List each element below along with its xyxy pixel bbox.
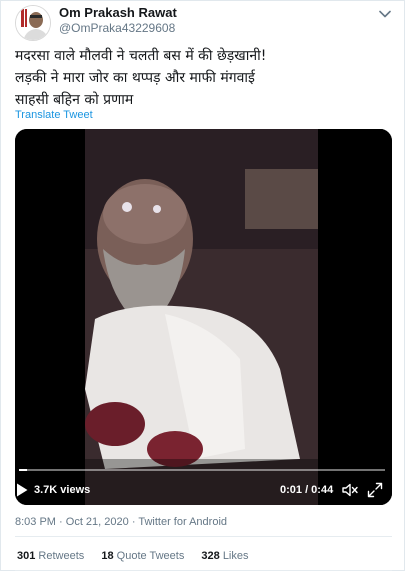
profile-photo [16,6,50,40]
video-player[interactable] [15,129,392,505]
tweet-text-line: साहसी बहिन को प्रणाम [15,92,134,108]
tweet-source[interactable]: Twitter for Android [138,516,227,528]
quote-tweets-count: 18 [101,550,114,562]
retweets-count: 301 [17,550,36,562]
likes-label: Likes [222,550,249,562]
chevron-down-icon[interactable] [378,7,392,21]
tweet-text-line: लड़की ने मारा जोर का थप्पड़ और माफी मंगव… [15,70,255,86]
play-icon[interactable] [16,483,28,497]
retweets-stat[interactable]: 301 Retweets [17,550,84,562]
divider [15,536,392,537]
translate-tweet-link[interactable]: Translate Tweet [15,109,93,121]
quote-tweets-stat[interactable]: 18 Quote Tweets [101,550,184,562]
user-handle[interactable]: @OmPraka43229608 [59,21,177,36]
retweets-label: Retweets [38,550,85,562]
tweet-text-line: मदरसा वाले मौलवी ने चलती बस में की छेड़ख… [15,48,267,64]
tweet-date[interactable]: Oct 21, 2020 [66,516,129,528]
tweet-time[interactable]: 8:03 PM [15,516,56,528]
video-frame [15,129,392,505]
author-info[interactable]: Om Prakash Rawat @OmPraka43229608 [59,5,177,36]
tweet-card: Om Prakash Rawat @OmPraka43229608 मदरसा … [0,0,405,571]
video-progress-fill [19,469,28,471]
likes-stat[interactable]: 328 Likes [201,550,248,562]
meta-separator: · [59,516,63,528]
video-time: 0:01 / 0:44 [280,484,334,496]
video-progress-bar[interactable] [19,469,385,471]
likes-count: 328 [201,550,220,562]
display-name[interactable]: Om Prakash Rawat [59,5,177,21]
fullscreen-icon[interactable] [367,482,383,498]
tweet-stats: 301 Retweets 18 Quote Tweets 328 Likes [17,550,263,562]
video-views: 3.7K views [34,484,91,496]
meta-separator: · [131,516,136,528]
tweet-text: मदरसा वाले मौलवी ने चलती बस में की छेड़ख… [15,45,395,111]
volume-muted-icon[interactable] [342,482,358,498]
tweet-meta: 8:03 PM · Oct 21, 2020 · Twitter for And… [15,516,227,528]
quote-tweets-label: Quote Tweets [116,550,185,562]
avatar[interactable] [15,5,51,41]
